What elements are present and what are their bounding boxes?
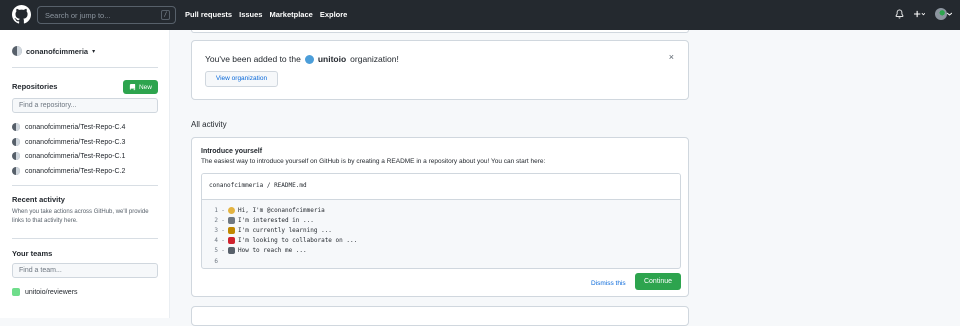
line-text: I'm interested in ... xyxy=(238,216,314,224)
line-number: 4 xyxy=(214,237,218,245)
next-activity-card xyxy=(191,306,689,326)
find-repository-input[interactable]: Find a repository... xyxy=(12,98,158,113)
team-name: unitoio/reviewers xyxy=(25,288,78,296)
account-switcher[interactable]: conanofcimmeria ▾ xyxy=(12,46,95,56)
intro-description: The easiest way to introduce yourself on… xyxy=(201,158,546,165)
search-placeholder: Search or jump to... xyxy=(45,10,111,20)
nav-marketplace[interactable]: Marketplace xyxy=(269,10,312,19)
dash: - xyxy=(221,237,225,245)
line-number: 2 xyxy=(214,216,218,224)
line-number: 6 xyxy=(214,257,218,265)
team-avatar-icon xyxy=(12,288,20,296)
path-file: README.md xyxy=(274,182,307,189)
dash: - xyxy=(221,206,225,214)
readme-lines: 1- Hi, I'm @conanofcimmeria 2- I'm inter… xyxy=(202,200,680,266)
repo-item[interactable]: conanofcimmeria/Test-Repo-C.1 xyxy=(12,152,125,160)
search-input[interactable]: Search or jump to... / xyxy=(37,6,176,24)
repositories-heading: Repositories xyxy=(12,82,58,91)
recent-activity-text: When you take actions across GitHub, we'… xyxy=(12,209,149,224)
readme-path: conanofcimmeria / README.md xyxy=(202,174,680,200)
repo-name: conanofcimmeria/Test-Repo-C.3 xyxy=(25,138,126,146)
code-line: 2- I'm interested in ... xyxy=(202,215,680,225)
avatar xyxy=(12,46,22,56)
divider xyxy=(12,238,158,239)
header-actions xyxy=(894,7,952,21)
line-text: Hi, I'm @conanofcimmeria xyxy=(238,206,325,214)
line-number: 5 xyxy=(214,247,218,255)
path-separator: / xyxy=(266,182,271,189)
eyes-emoji-icon xyxy=(228,216,235,224)
org-name[interactable]: unitoio xyxy=(318,54,346,64)
nav-explore[interactable]: Explore xyxy=(320,10,348,19)
line-text: How to reach me ... xyxy=(238,247,307,255)
code-line: 3- I'm currently learning ... xyxy=(202,225,680,235)
avatar xyxy=(12,167,20,175)
repo-name: conanofcimmeria/Test-Repo-C.4 xyxy=(25,123,126,131)
avatar-icon xyxy=(934,8,947,20)
line-number: 1 xyxy=(214,206,218,214)
code-line: 4- I'm looking to collaborate on ... xyxy=(202,236,680,246)
divider xyxy=(12,185,158,186)
repo-icon xyxy=(129,83,136,90)
plus-icon[interactable] xyxy=(914,7,925,21)
dismiss-button[interactable]: Dismiss this xyxy=(591,280,626,287)
all-activity-heading: All activity xyxy=(191,120,227,129)
path-user: conanofcimmeria xyxy=(209,182,264,189)
recent-activity-heading: Recent activity xyxy=(12,195,65,204)
new-button-label: New xyxy=(138,83,152,91)
avatar xyxy=(12,152,20,160)
org-notice-prefix: You've been added to the xyxy=(205,54,301,64)
dash: - xyxy=(221,247,225,255)
introduce-yourself-card: Introduce yourself The easiest way to in… xyxy=(191,137,689,297)
wave-emoji-icon xyxy=(228,206,235,214)
sidebar: conanofcimmeria ▾ Repositories New Find … xyxy=(0,30,170,318)
org-notice-message: You've been added to the unitoio organiz… xyxy=(205,54,399,64)
org-notice-suffix: organization! xyxy=(350,54,399,64)
view-organization-button[interactable]: View organization xyxy=(205,71,278,87)
mailbox-emoji-icon xyxy=(228,247,235,255)
divider xyxy=(12,67,158,68)
org-invite-notice: You've been added to the unitoio organiz… xyxy=(191,40,689,100)
close-icon[interactable]: × xyxy=(669,52,674,62)
seedling-emoji-icon xyxy=(228,226,235,234)
top-header: Search or jump to... / Pull requests Iss… xyxy=(0,0,960,30)
find-team-input[interactable]: Find a team... xyxy=(12,263,158,278)
line-text: I'm looking to collaborate on ... xyxy=(238,237,358,245)
repo-item[interactable]: conanofcimmeria/Test-Repo-C.2 xyxy=(12,167,125,175)
nav-pull-requests[interactable]: Pull requests xyxy=(185,10,232,19)
previous-card-edge xyxy=(191,30,689,33)
dash: - xyxy=(221,226,225,234)
new-repo-button[interactable]: New xyxy=(123,80,158,94)
nav-issues[interactable]: Issues xyxy=(239,10,262,19)
line-text: I'm currently learning ... xyxy=(238,226,332,234)
github-logo-icon[interactable] xyxy=(12,5,31,24)
avatar xyxy=(12,138,20,146)
intro-title: Introduce yourself xyxy=(201,148,263,155)
your-teams-heading: Your teams xyxy=(12,249,53,258)
repo-name: conanofcimmeria/Test-Repo-C.1 xyxy=(25,152,126,160)
avatar xyxy=(12,123,20,131)
chevron-down-icon: ▾ xyxy=(92,48,96,55)
cherries-emoji-icon xyxy=(228,237,235,245)
team-item[interactable]: unitoio/reviewers xyxy=(12,288,78,296)
line-number: 3 xyxy=(214,226,218,234)
code-line: 1- Hi, I'm @conanofcimmeria xyxy=(202,205,680,215)
org-logo-icon xyxy=(304,54,314,64)
code-line: 6 xyxy=(202,256,680,266)
account-name: conanofcimmeria xyxy=(26,46,89,56)
readme-preview: conanofcimmeria / README.md 1- Hi, I'm @… xyxy=(201,173,681,269)
repo-item[interactable]: conanofcimmeria/Test-Repo-C.3 xyxy=(12,138,125,146)
repo-name: conanofcimmeria/Test-Repo-C.2 xyxy=(25,167,126,175)
code-line: 5- How to reach me ... xyxy=(202,246,680,256)
bell-icon[interactable] xyxy=(894,7,905,21)
user-avatar-menu[interactable] xyxy=(934,7,952,21)
slash-shortcut-icon: / xyxy=(161,10,170,20)
dash: - xyxy=(221,216,225,224)
repo-item[interactable]: conanofcimmeria/Test-Repo-C.4 xyxy=(12,123,125,131)
continue-button[interactable]: Continue xyxy=(635,273,681,290)
header-nav: Pull requests Issues Marketplace Explore xyxy=(185,10,347,19)
